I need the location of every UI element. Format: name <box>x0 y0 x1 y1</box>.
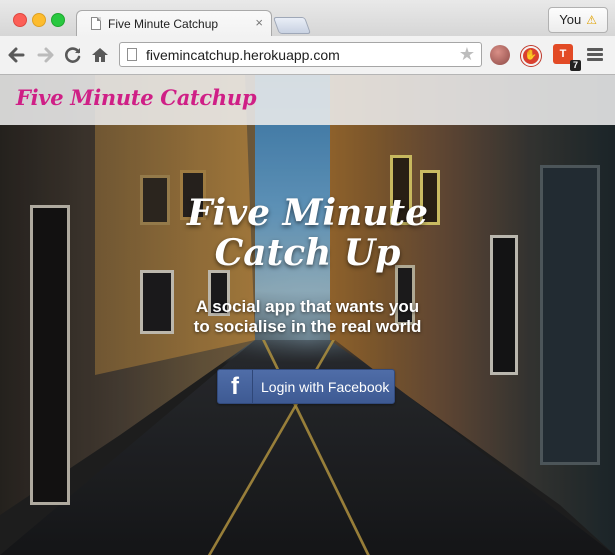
new-tab-button[interactable] <box>272 17 312 34</box>
hero-title-line: Catch Up <box>214 232 401 274</box>
hero-subtitle: A social app that wants you to socialise… <box>0 297 615 337</box>
forward-arrow-icon[interactable] <box>36 45 56 65</box>
home-icon[interactable] <box>90 45 110 65</box>
login-button-label: Login with Facebook <box>261 378 390 395</box>
profile-label: You <box>559 12 582 27</box>
extension-badge: 7 <box>569 60 581 71</box>
browser-tab-active[interactable]: Five Minute Catchup × <box>76 10 272 37</box>
facebook-icon: f <box>218 370 253 403</box>
bookmark-star-icon[interactable]: ★ <box>459 44 475 65</box>
back-arrow-icon[interactable] <box>6 45 26 65</box>
tab-title: Five Minute Catchup <box>108 17 219 31</box>
extension-tomato-icon[interactable] <box>490 45 510 65</box>
extension-adblock-icon[interactable]: ✋ <box>521 46 541 66</box>
menu-hamburger-icon[interactable] <box>587 48 603 62</box>
url-text[interactable]: fivemincatchup.herokuapp.com <box>146 47 340 63</box>
hero-title: Five Minute Catch Up <box>0 193 615 273</box>
warning-icon: ⚠ <box>586 13 597 27</box>
address-bar[interactable]: fivemincatchup.herokuapp.com ★ <box>119 42 482 67</box>
page-favicon-icon <box>91 17 101 30</box>
login-with-facebook-button[interactable]: f Login with Facebook <box>217 369 395 404</box>
hero-subtitle-line: A social app that wants you <box>195 297 420 316</box>
site-brand-logo[interactable]: Five Minute Catchup <box>16 85 257 110</box>
page-viewport: Five Minute Catchup Five Minute Catch Up… <box>0 75 615 555</box>
close-window-button[interactable] <box>13 13 27 27</box>
browser-toolbar: fivemincatchup.herokuapp.com ★ ✋ T 7 <box>0 36 615 75</box>
extension-tlater-icon[interactable]: T 7 <box>553 44 581 71</box>
browser-tabstrip: Five Minute Catchup × You ⚠ <box>0 0 615 37</box>
hero-subtitle-line: to socialise in the real world <box>193 317 422 336</box>
profile-button[interactable]: You ⚠ <box>548 7 608 33</box>
page-icon <box>127 48 137 61</box>
tab-close-icon[interactable]: × <box>255 15 263 31</box>
minimize-window-button[interactable] <box>32 13 46 27</box>
site-header: Five Minute Catchup <box>0 75 615 125</box>
zoom-window-button[interactable] <box>51 13 65 27</box>
reload-icon[interactable] <box>63 45 83 65</box>
hero-title-line: Five Minute <box>187 192 428 234</box>
